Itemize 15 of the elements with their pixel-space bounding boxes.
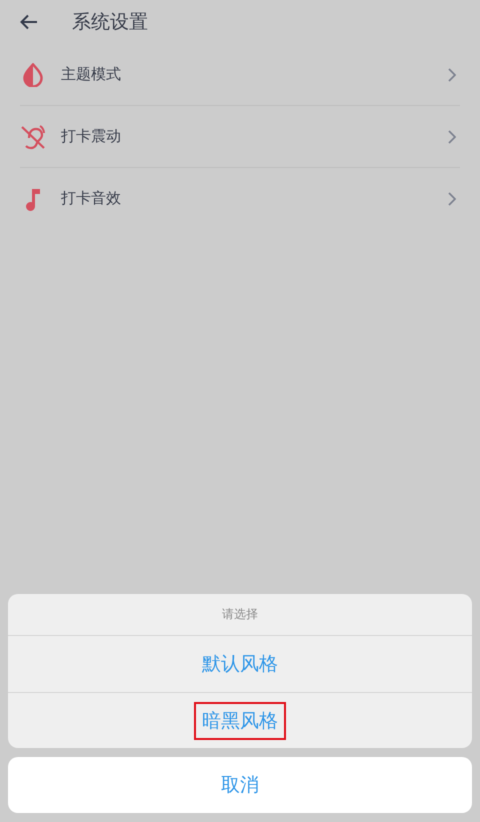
settings-item[interactable]: 主题模式 bbox=[20, 44, 460, 106]
option-label: 默认风格 bbox=[201, 652, 279, 677]
settings-label: 打卡震动 bbox=[61, 127, 122, 146]
highlight-frame: 暗黑风格 bbox=[194, 702, 286, 740]
chevron-right-icon bbox=[448, 68, 456, 82]
back-icon[interactable] bbox=[20, 14, 38, 30]
chevron-right-icon bbox=[448, 130, 456, 144]
settings-label: 主题模式 bbox=[61, 65, 122, 84]
settings-item[interactable]: 打卡震动 bbox=[20, 106, 460, 168]
settings-item[interactable]: 打卡音效 bbox=[20, 168, 460, 229]
sheet-title: 请选择 bbox=[8, 594, 472, 636]
ear-slash-icon bbox=[20, 124, 46, 150]
page-title: 系统设置 bbox=[72, 10, 148, 35]
chevron-right-icon bbox=[448, 192, 456, 206]
settings-label: 打卡音效 bbox=[61, 189, 122, 208]
